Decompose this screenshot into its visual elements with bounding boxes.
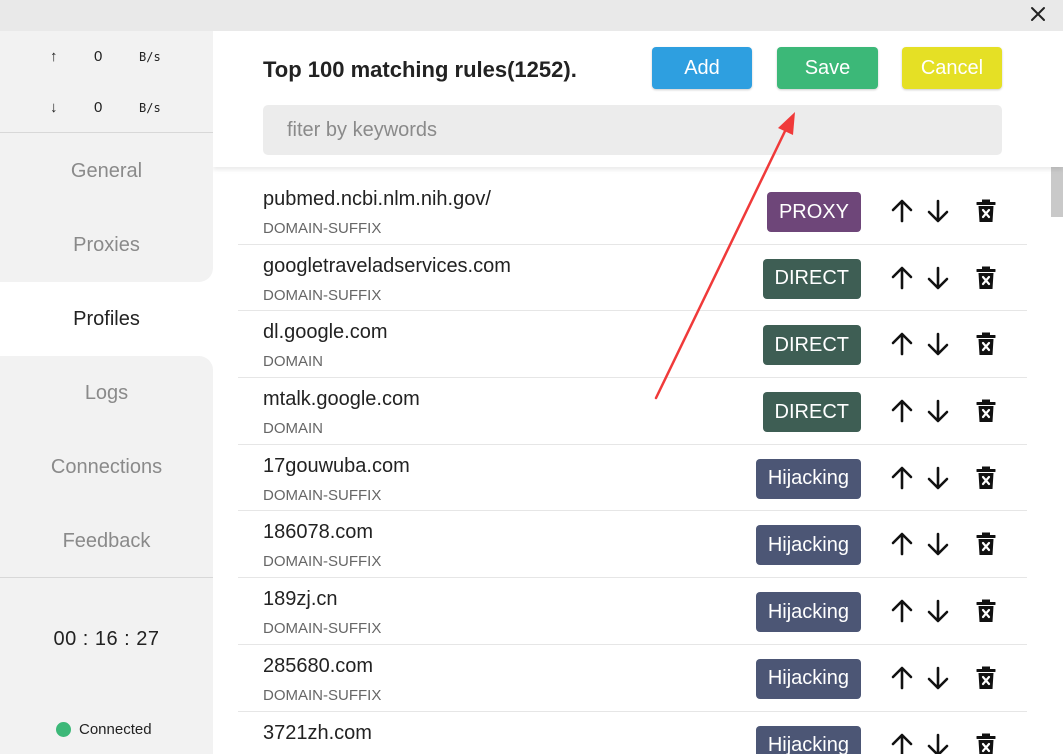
arrow-up-icon[interactable] (889, 732, 915, 754)
rule-type: DOMAIN (263, 420, 323, 438)
arrow-down-icon[interactable] (925, 198, 951, 224)
filter-input[interactable] (263, 105, 1002, 155)
rule-domain: 3721zh.com (263, 721, 372, 744)
arrow-down-icon[interactable] (925, 732, 951, 754)
rule-row: mtalk.google.com DOMAIN DIRECT (238, 378, 1027, 445)
sidebar-divider (0, 132, 213, 133)
rule-domain: 189zj.cn (263, 588, 338, 611)
policy-badge[interactable]: PROXY (766, 192, 861, 232)
arrow-up-icon[interactable] (889, 331, 915, 357)
policy-badge[interactable]: DIRECT (762, 325, 861, 366)
upload-arrow-icon: ↑ (50, 48, 58, 65)
trash-icon[interactable] (973, 598, 999, 624)
save-button[interactable]: Save (777, 47, 878, 89)
trash-icon[interactable] (973, 265, 999, 291)
arrow-up-icon[interactable] (889, 465, 915, 491)
sidebar: ↑ 0 B/s ↓ 0 B/s General Proxies Profiles Lo… (0, 31, 213, 754)
scrollbar-thumb[interactable] (1051, 167, 1063, 217)
rules-panel: Top 100 matching rules(1252). Add Save C… (213, 31, 1063, 754)
download-value: 0 (94, 99, 103, 116)
connection-label: Connected (79, 721, 152, 738)
arrow-down-icon[interactable] (925, 665, 951, 691)
trash-icon[interactable] (973, 531, 999, 557)
rule-domain: mtalk.google.com (263, 388, 420, 411)
policy-badge[interactable]: Hijacking (755, 658, 861, 699)
sidebar-item-general[interactable]: General (0, 134, 213, 208)
arrow-down-icon[interactable] (925, 398, 951, 424)
rules-list: pubmed.ncbi.nlm.nih.gov/DOMAIN-SUFFIX PRO… (238, 178, 1027, 754)
connection-status: Connected (56, 721, 152, 738)
sidebar-item-connections[interactable]: Connections (0, 430, 213, 504)
rule-domain: dl.google.com (263, 321, 388, 344)
download-speed: ↓ 0 B/s (0, 95, 213, 125)
arrow-down-icon[interactable] (925, 598, 951, 624)
rule-domain: 285680.com (263, 654, 374, 677)
rule-type: DOMAIN-SUFFIX (263, 553, 382, 571)
add-button[interactable]: Add (652, 47, 752, 89)
sidebar-item-feedback[interactable]: Feedback (0, 504, 213, 578)
policy-badge[interactable]: Hijacking (755, 725, 861, 754)
arrow-up-icon[interactable] (889, 398, 915, 424)
sidebar-item-profiles[interactable]: Profiles (0, 282, 213, 356)
page-title: Top 100 matching rules(1252). (263, 57, 577, 82)
policy-badge[interactable]: DIRECT (762, 392, 861, 433)
sidebar-divider (0, 577, 213, 578)
rule-domain: 17gouwuba.com (263, 454, 410, 477)
arrow-up-icon[interactable] (889, 265, 915, 291)
trash-icon[interactable] (973, 331, 999, 357)
arrow-up-icon[interactable] (889, 198, 915, 224)
rule-domain: pubmed.ncbi.nlm.nih.gov/ (263, 188, 491, 210)
cancel-button[interactable]: Cancel (902, 47, 1002, 89)
rule-domain: googletraveladservices.com (263, 254, 511, 277)
close-icon[interactable] (1027, 3, 1049, 25)
policy-badge[interactable]: Hijacking (755, 525, 861, 566)
rule-type: DOMAIN (263, 353, 323, 371)
rule-type: DOMAIN-SUFFIX (263, 486, 382, 504)
upload-unit: B/s (139, 50, 161, 64)
arrow-down-icon[interactable] (925, 465, 951, 491)
rule-row: 285680.com DOMAIN-SUFFIX Hijacking (238, 645, 1027, 712)
arrow-down-icon[interactable] (925, 265, 951, 291)
rule-type: DOMAIN-SUFFIX (263, 620, 382, 638)
policy-badge[interactable]: DIRECT (762, 258, 861, 299)
uptime-timer: 00 : 16 : 27 (53, 628, 160, 650)
rule-domain: 186078.com (263, 521, 374, 544)
rule-type: DOMAIN-SUFFIX (263, 686, 382, 704)
sidebar-nav: General Proxies Profiles Logs Connections Fee… (0, 134, 213, 578)
upload-speed: ↑ 0 B/s (0, 44, 213, 74)
arrow-down-icon[interactable] (925, 531, 951, 557)
rule-row: dl.google.com DOMAIN DIRECT (238, 311, 1027, 379)
sidebar-item-logs[interactable]: Logs (0, 356, 213, 430)
download-arrow-icon: ↓ (50, 99, 58, 116)
sidebar-item-proxies[interactable]: Proxies (0, 208, 213, 282)
trash-icon[interactable] (973, 732, 999, 754)
arrow-up-icon[interactable] (889, 598, 915, 624)
upload-value: 0 (94, 48, 103, 65)
arrow-up-icon[interactable] (889, 665, 915, 691)
rule-row: 186078.com DOMAIN-SUFFIX Hijacking (238, 511, 1027, 579)
scrollbar[interactable] (1051, 167, 1063, 754)
policy-badge[interactable]: Hijacking (755, 458, 861, 499)
rule-type: DOMAIN-SUFFIX (263, 220, 382, 237)
rules-header: Top 100 matching rules(1252). Add Save C… (213, 31, 1063, 167)
trash-icon[interactable] (973, 465, 999, 491)
arrow-up-icon[interactable] (889, 531, 915, 557)
rule-row: 189zj.cn DOMAIN-SUFFIX Hijacking (238, 578, 1027, 645)
arrow-down-icon[interactable] (925, 331, 951, 357)
status-dot-icon (56, 722, 71, 737)
title-bar (0, 0, 1063, 31)
trash-icon[interactable] (973, 398, 999, 424)
trash-icon[interactable] (973, 665, 999, 691)
rule-row: 17gouwuba.com DOMAIN-SUFFIX Hijacking (238, 445, 1027, 512)
trash-icon[interactable] (973, 198, 999, 224)
download-unit: B/s (139, 101, 161, 115)
policy-badge[interactable]: Hijacking (755, 592, 861, 633)
rule-row: pubmed.ncbi.nlm.nih.gov/DOMAIN-SUFFIX PRO… (238, 178, 1027, 245)
rule-type: DOMAIN-SUFFIX (263, 286, 382, 304)
rule-row: 3721zh.comDOMAIN-SUFFIXHijacking (238, 712, 1027, 754)
traffic-speed: ↑ 0 B/s ↓ 0 B/s (0, 31, 213, 133)
rule-row: googletraveladservices.com DOMAIN-SUFFIX D… (238, 245, 1027, 312)
